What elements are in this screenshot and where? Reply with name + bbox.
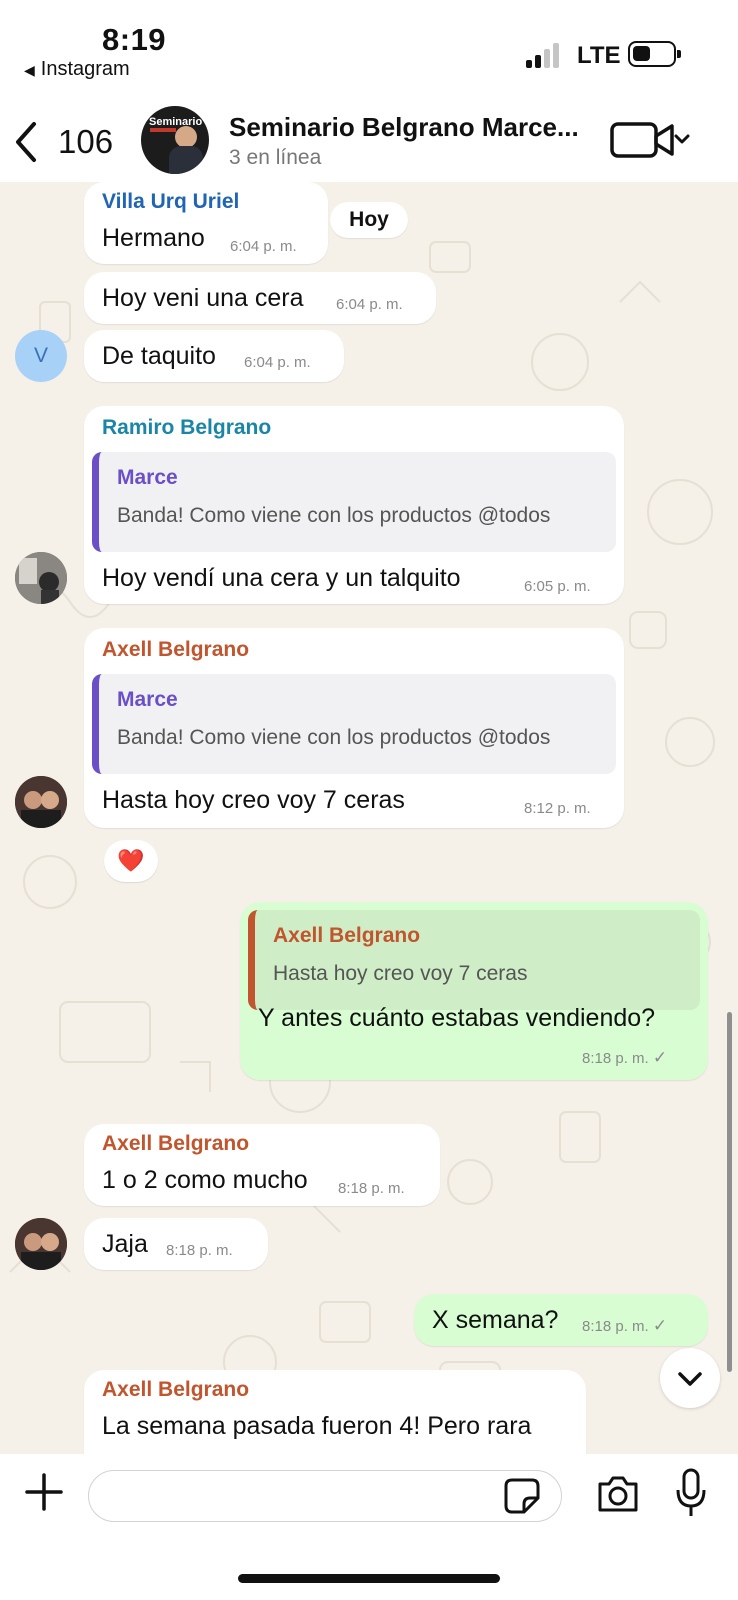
quoted-message[interactable]: Marce Banda! Como viene con los producto… (92, 674, 616, 774)
message-bubble[interactable]: Axell Belgrano Marce Banda! Como viene c… (84, 628, 624, 828)
status-time: 8:19 (102, 22, 167, 57)
avatar[interactable] (15, 552, 67, 604)
message-time: 6:04 p. m. (230, 238, 297, 255)
scrollbar[interactable] (727, 1012, 732, 1372)
sender-name: Axell Belgrano (102, 638, 250, 661)
chat-subtitle: 3 en línea (229, 146, 322, 169)
quote-sender: Marce (117, 466, 178, 489)
sender-name: Villa Urq Uriel (102, 190, 240, 213)
message-text: Hoy vendí una cera y un talquito (102, 564, 461, 592)
message-time: 8:12 p. m. (524, 800, 591, 817)
message-time: 8:18 p. m. ✓ (582, 1316, 667, 1336)
back-app-label: Instagram (40, 58, 130, 80)
day-divider: Hoy (330, 202, 408, 238)
message-time: 6:04 p. m. (336, 296, 403, 313)
outgoing-message-bubble[interactable]: Axell Belgrano Hasta hoy creo voy 7 cera… (240, 902, 708, 1080)
quote-text: Banda! Como viene con los productos @tod… (117, 504, 551, 527)
sender-name: Axell Belgrano (102, 1132, 250, 1155)
sender-name: Axell Belgrano (102, 1378, 250, 1401)
message-input[interactable] (88, 1470, 562, 1522)
message-bubble[interactable]: Axell Belgrano 1 o 2 como mucho 8:18 p. … (84, 1124, 440, 1206)
group-avatar-text: Seminario (149, 116, 203, 128)
message-bubble[interactable]: Villa Urq Uriel Hermano 6:04 p. m. (84, 182, 328, 264)
group-avatar[interactable]: Seminario (141, 106, 209, 174)
message-time-text: 8:18 p. m. (582, 1050, 649, 1067)
chevron-down-icon (678, 1372, 702, 1386)
quote-text: Hasta hoy creo voy 7 ceras (273, 962, 528, 985)
home-indicator (238, 1574, 500, 1583)
camera-icon[interactable] (596, 1474, 640, 1514)
quoted-message[interactable]: Marce Banda! Como viene con los producto… (92, 452, 616, 552)
quote-sender: Marce (117, 688, 178, 711)
network-label: LTE (577, 42, 621, 69)
quote-text: Banda! Como viene con los productos @tod… (117, 726, 551, 749)
message-text: La semana pasada fueron 4! Pero rara (102, 1412, 532, 1440)
unread-count: 106 (58, 123, 114, 160)
plus-icon[interactable] (24, 1472, 64, 1512)
microphone-icon[interactable] (676, 1468, 706, 1518)
message-time: 8:18 p. m. (338, 1180, 405, 1197)
message-text: 1 o 2 como mucho (102, 1166, 308, 1194)
scroll-to-bottom-button[interactable] (660, 1348, 720, 1408)
message-time: 6:05 p. m. (524, 578, 591, 595)
message-bubble[interactable]: Ramiro Belgrano Marce Banda! Como viene … (84, 406, 624, 604)
message-text: De taquito (102, 342, 216, 370)
chat-area[interactable]: Villa Urq Uriel Hermano 6:04 p. m. Hoy H… (0, 182, 738, 1454)
message-text: Hoy veni una cera (102, 284, 304, 312)
message-time-text: 8:18 p. m. (582, 1318, 649, 1335)
message-bubble[interactable]: Hoy veni una cera 6:04 p. m. (84, 272, 436, 324)
back-triangle-icon: ◀ (24, 62, 35, 78)
message-bubble[interactable]: De taquito 6:04 p. m. (84, 330, 344, 382)
back-button[interactable]: 106 (14, 118, 113, 166)
video-call-icon[interactable] (610, 120, 690, 160)
composer-bar (0, 1454, 738, 1600)
back-to-app-link[interactable]: ◀ Instagram (24, 58, 130, 81)
message-time: 8:18 p. m. ✓ (582, 1048, 667, 1068)
check-icon: ✓ (652, 1048, 668, 1067)
outgoing-message-bubble[interactable]: X semana? 8:18 p. m. ✓ (414, 1294, 708, 1346)
back-chevron-icon (16, 122, 36, 162)
sticker-icon[interactable] (504, 1478, 540, 1514)
quoted-message[interactable]: Axell Belgrano Hasta hoy creo voy 7 cera… (248, 910, 700, 1010)
chat-header: 106 Seminario Seminario Belgrano Marce..… (0, 100, 738, 182)
message-text: X semana? (432, 1306, 559, 1334)
message-bubble[interactable]: Jaja 8:18 p. m. (84, 1218, 268, 1270)
message-bubble[interactable]: Axell Belgrano La semana pasada fueron 4… (84, 1370, 586, 1454)
message-time: 6:04 p. m. (244, 354, 311, 371)
message-text: Hasta hoy creo voy 7 ceras (102, 786, 405, 814)
avatar[interactable] (15, 1218, 67, 1270)
signal-icon (526, 42, 566, 68)
quote-sender: Axell Belgrano (273, 924, 421, 947)
chevron-down-icon (674, 134, 690, 144)
message-time: 8:18 p. m. (166, 1242, 233, 1259)
avatar[interactable] (15, 776, 67, 828)
sender-name: Ramiro Belgrano (102, 416, 272, 439)
message-text: Jaja (102, 1230, 148, 1258)
status-bar: 8:19 ◀ Instagram LTE (0, 0, 738, 100)
battery-icon (628, 41, 681, 67)
chat-title[interactable]: Seminario Belgrano Marce... (229, 112, 589, 143)
avatar[interactable]: V (15, 330, 67, 382)
check-icon: ✓ (652, 1316, 668, 1335)
reaction-badge[interactable]: ❤️ (104, 840, 158, 882)
message-text: Y antes cuánto estabas vendiendo? (258, 1004, 656, 1032)
message-text: Hermano (102, 224, 205, 252)
